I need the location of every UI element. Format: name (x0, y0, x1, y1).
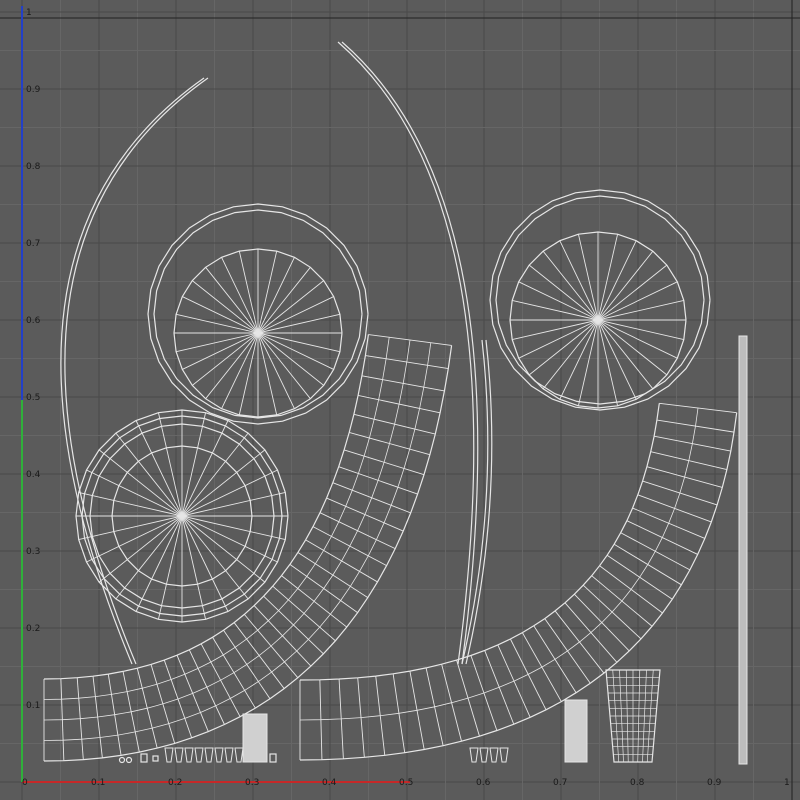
u-tick-label: 0.8 (630, 778, 645, 788)
wire-spoke (135, 420, 183, 517)
small-piece (224, 747, 234, 763)
v-tick-label: 0.6 (26, 316, 41, 326)
u-tick-label: 0.7 (553, 778, 567, 788)
small-piece (469, 747, 479, 763)
v-tick-label: 0.3 (26, 547, 40, 557)
v-tick-label: 0.5 (26, 393, 40, 403)
mesh-cup-shell (605, 669, 661, 763)
u-tick-label: 0.6 (476, 778, 491, 788)
wire-spoke (559, 319, 599, 400)
u-tick-label: 0.3 (245, 778, 259, 788)
wire-spoke (559, 240, 599, 321)
v-tick-label: 0.1 (26, 701, 40, 711)
small-piece (125, 756, 133, 764)
wire-loop (43, 337, 390, 700)
small-piece (214, 747, 224, 763)
wire-spoke (257, 332, 334, 370)
wire-border (489, 747, 499, 763)
u-tick-label: 0 (22, 778, 28, 788)
wire-spoke (518, 319, 599, 359)
small-piece (194, 747, 204, 763)
v-tick-label: 0.9 (26, 85, 41, 95)
wire-spoke (181, 515, 278, 563)
u-tick-label: 0.1 (91, 778, 105, 788)
wire-spoke (181, 420, 229, 517)
v-tick-label: 0.4 (26, 470, 41, 480)
small-piece (242, 713, 268, 763)
wire-border (341, 41, 479, 665)
uv-editor-viewport[interactable]: 0 0.1 0.2 0.3 0.4 0.5 0.6 0.7 0.8 0.9 1 0.1 0.2 0.3 0.… (0, 0, 800, 800)
wire-rod (738, 335, 748, 765)
wire-spoke (518, 281, 599, 321)
v-tick-label: 1 (26, 8, 32, 18)
v-tick-label: 0.7 (26, 239, 40, 249)
small-piece (269, 753, 277, 763)
wire-border (204, 747, 214, 763)
wire-spoke (86, 515, 183, 563)
small-piece (152, 755, 159, 762)
small-shells (118, 669, 661, 764)
wire-spoke (86, 469, 183, 517)
wire-spoke (597, 240, 637, 321)
small-piece (118, 756, 126, 764)
u-tick-label: 0.2 (168, 778, 182, 788)
u-tick-label: 0.5 (399, 778, 413, 788)
wire-border (184, 747, 194, 763)
v-tick-label: 0.8 (26, 162, 41, 172)
wire-border (469, 747, 479, 763)
uv-shells[interactable] (43, 41, 748, 765)
wire-spoke (597, 319, 637, 400)
small-piece (564, 699, 588, 763)
wire-spoke (182, 332, 259, 370)
wire-spoke (135, 515, 183, 612)
wire-border (234, 747, 244, 763)
wire-border (299, 412, 738, 761)
wire-border (224, 747, 234, 763)
small-piece (204, 747, 214, 763)
wire-spoke (181, 469, 278, 517)
u-tick-label: 1 (784, 778, 790, 788)
wire-border (299, 403, 660, 681)
wire-loop (43, 342, 432, 741)
v-tick-label: 0.2 (26, 624, 40, 634)
cap-disk-top-left (173, 248, 343, 418)
small-piece (164, 747, 174, 763)
wire-border (499, 747, 509, 763)
wire-spoke (181, 515, 229, 612)
u-tick-label: 0.9 (707, 778, 722, 788)
small-piece (140, 753, 148, 763)
small-piece (184, 747, 194, 763)
wire-spoke (257, 257, 295, 334)
wire-border (214, 747, 224, 763)
small-piece (489, 747, 499, 763)
wire-spoke (182, 296, 259, 334)
wire-border (465, 339, 493, 665)
small-piece (234, 747, 244, 763)
wire-border (164, 747, 174, 763)
rod-shell (738, 335, 748, 765)
u-tick-label: 0.4 (322, 778, 337, 788)
uv-canvas[interactable]: 0 0.1 0.2 0.3 0.4 0.5 0.6 0.7 0.8 0.9 1 0.1 0.2 0.3 0.… (0, 0, 800, 800)
uv-axes (21, 6, 410, 783)
small-piece (499, 747, 509, 763)
wire-spoke (257, 296, 334, 334)
wire-border (194, 747, 204, 763)
